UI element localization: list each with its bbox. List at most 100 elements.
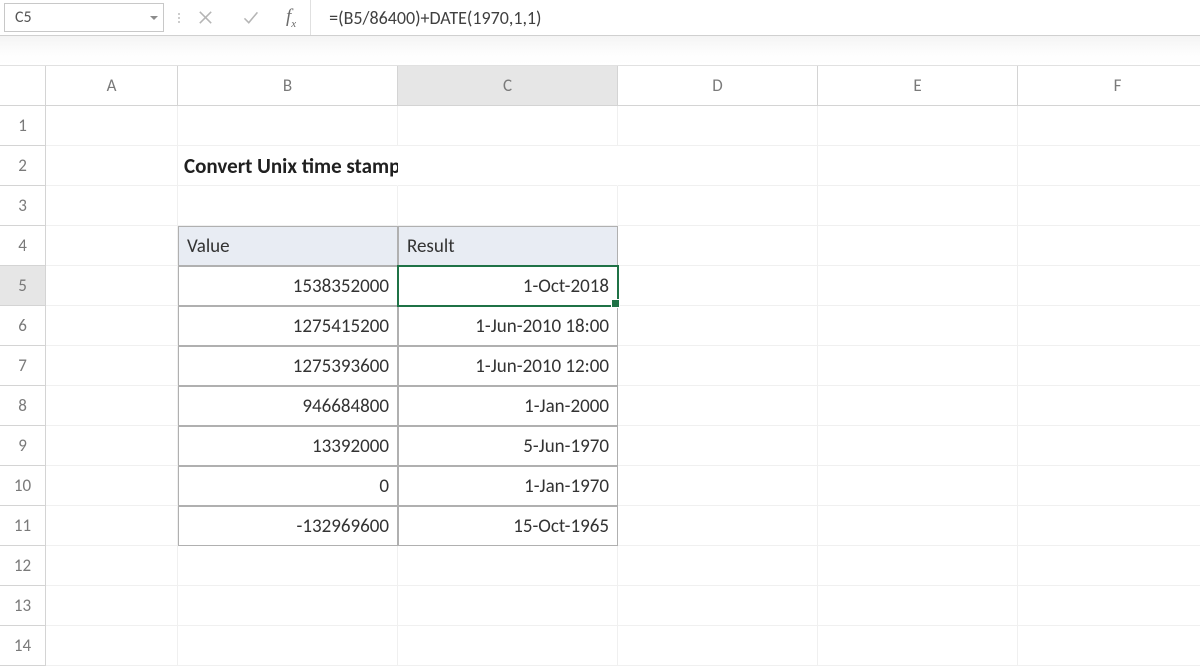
name-box-dropdown-icon[interactable] [145,4,163,31]
cell-A6[interactable] [46,306,178,346]
cell-C8[interactable]: 1-Jan-2000 [398,386,618,426]
cell-D12[interactable] [618,546,818,586]
cell-E5[interactable] [818,266,1018,306]
cell-F14[interactable] [1018,626,1200,666]
cell-F6[interactable] [1018,306,1200,346]
col-head-A[interactable]: A [46,66,178,106]
row-head-10[interactable]: 10 [0,466,46,506]
cell-F5[interactable] [1018,266,1200,306]
col-head-F[interactable]: F [1018,66,1200,106]
cell-C14[interactable] [398,626,618,666]
cell-E10[interactable] [818,466,1018,506]
row-head-3[interactable]: 3 [0,186,46,226]
cell-B3[interactable] [178,186,398,226]
cell-A2[interactable] [46,146,178,186]
formula-input[interactable]: =(B5/86400)+DATE(1970,1,1) [310,0,1200,35]
cell-C1[interactable] [398,106,618,146]
cell-C5[interactable]: 1-Oct-2018 [398,266,618,306]
cell-B1[interactable] [178,106,398,146]
cell-B7[interactable]: 1275393600 [178,346,398,386]
cell-C11[interactable]: 15-Oct-1965 [398,506,618,546]
cell-B9[interactable]: 13392000 [178,426,398,466]
cell-B14[interactable] [178,626,398,666]
cell-D3[interactable] [618,186,818,226]
cell-C9[interactable]: 5-Jun-1970 [398,426,618,466]
cell-D1[interactable] [618,106,818,146]
cell-D5[interactable] [618,266,818,306]
cell-A3[interactable] [46,186,178,226]
cell-F10[interactable] [1018,466,1200,506]
row-head-1[interactable]: 1 [0,106,46,146]
row-head-12[interactable]: 12 [0,546,46,586]
cell-A4[interactable] [46,226,178,266]
table-header-value[interactable]: Value [178,226,398,266]
row-head-4[interactable]: 4 [0,226,46,266]
row-head-8[interactable]: 8 [0,386,46,426]
cell-A9[interactable] [46,426,178,466]
cancel-icon[interactable] [196,8,215,27]
cell-B10[interactable]: 0 [178,466,398,506]
cell-A7[interactable] [46,346,178,386]
cell-A5[interactable] [46,266,178,306]
cell-F7[interactable] [1018,346,1200,386]
col-head-C[interactable]: C [398,66,618,106]
cell-B12[interactable] [178,546,398,586]
cell-C2[interactable] [398,146,618,186]
cell-C6[interactable]: 1-Jun-2010 18:00 [398,306,618,346]
cell-F1[interactable] [1018,106,1200,146]
cell-B8[interactable]: 946684800 [178,386,398,426]
cell-D9[interactable] [618,426,818,466]
row-head-5[interactable]: 5 [0,266,46,306]
cell-F3[interactable] [1018,186,1200,226]
row-head-13[interactable]: 13 [0,586,46,626]
cell-E9[interactable] [818,426,1018,466]
name-box[interactable]: C5 [4,3,164,32]
cell-E4[interactable] [818,226,1018,266]
cell-F2[interactable] [1018,146,1200,186]
cell-D11[interactable] [618,506,818,546]
cell-A14[interactable] [46,626,178,666]
cell-B6[interactable]: 1275415200 [178,306,398,346]
cell-F8[interactable] [1018,386,1200,426]
cell-F13[interactable] [1018,586,1200,626]
cell-D4[interactable] [618,226,818,266]
cell-E6[interactable] [818,306,1018,346]
cell-D10[interactable] [618,466,818,506]
row-head-7[interactable]: 7 [0,346,46,386]
row-head-14[interactable]: 14 [0,626,46,666]
cell-C10[interactable]: 1-Jan-1970 [398,466,618,506]
table-header-result[interactable]: Result [398,226,618,266]
cell-F12[interactable] [1018,546,1200,586]
enter-icon[interactable] [241,8,260,27]
cell-F11[interactable] [1018,506,1200,546]
page-title[interactable]: Convert Unix time stamp to Excel date [178,146,398,186]
cell-D14[interactable] [618,626,818,666]
cell-A12[interactable] [46,546,178,586]
sheet-grid[interactable]: A B C D E F G 1 2 Convert Unix time stam… [0,66,1200,666]
cell-F9[interactable] [1018,426,1200,466]
cell-F4[interactable] [1018,226,1200,266]
cell-C3[interactable] [398,186,618,226]
cell-E14[interactable] [818,626,1018,666]
cell-B11[interactable]: -132969600 [178,506,398,546]
row-head-6[interactable]: 6 [0,306,46,346]
select-all-corner[interactable] [0,66,46,106]
cell-D7[interactable] [618,346,818,386]
cell-C13[interactable] [398,586,618,626]
cell-C12[interactable] [398,546,618,586]
row-head-11[interactable]: 11 [0,506,46,546]
cell-E1[interactable] [818,106,1018,146]
col-head-E[interactable]: E [818,66,1018,106]
fx-icon[interactable]: fx [286,6,296,30]
cell-D2[interactable] [618,146,818,186]
cell-A11[interactable] [46,506,178,546]
cell-E3[interactable] [818,186,1018,226]
cell-E2[interactable] [818,146,1018,186]
cell-A1[interactable] [46,106,178,146]
cell-D13[interactable] [618,586,818,626]
cell-D6[interactable] [618,306,818,346]
cell-A10[interactable] [46,466,178,506]
col-head-B[interactable]: B [178,66,398,106]
cell-E8[interactable] [818,386,1018,426]
cell-D8[interactable] [618,386,818,426]
